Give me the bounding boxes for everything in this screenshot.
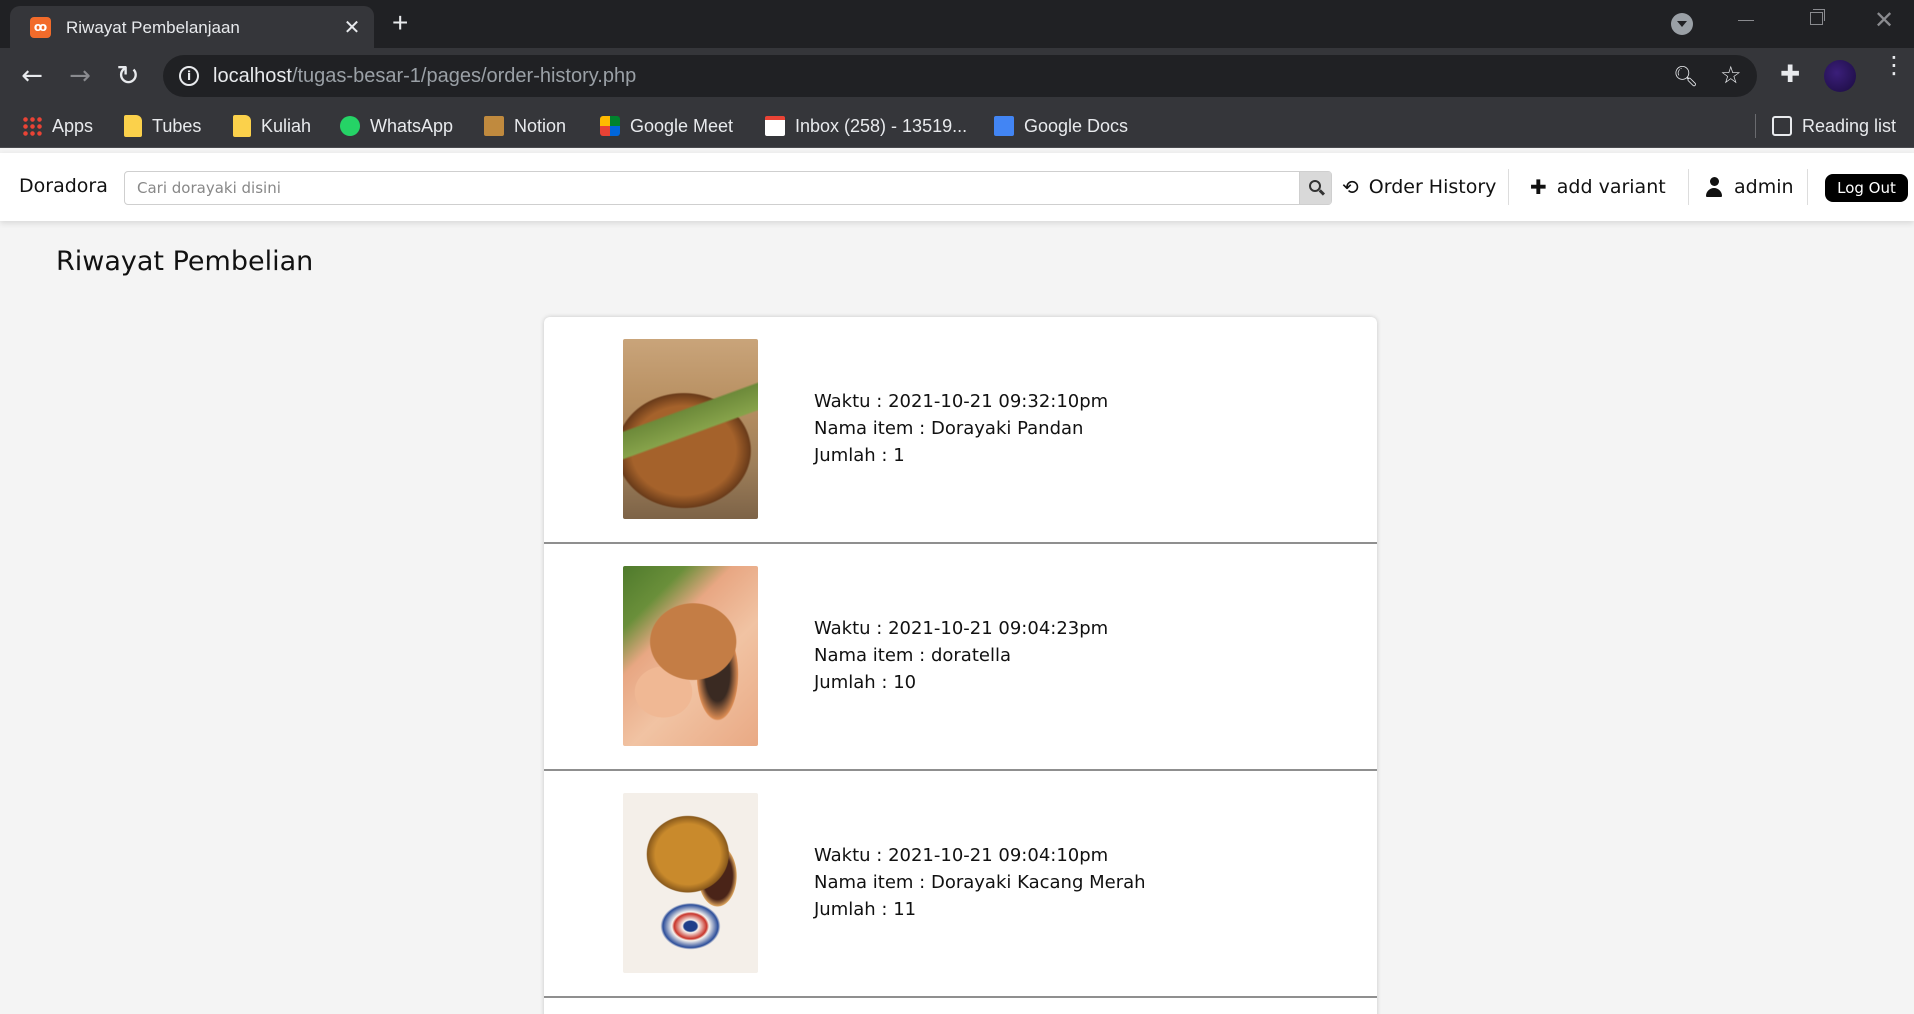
- order-details: Waktu : 2021-10-21 09:04:23pm Nama item …: [814, 615, 1108, 696]
- site-navbar: Doradora ⟲ Order History ✚ add variant a…: [0, 153, 1914, 221]
- back-arrow-icon[interactable]: ←: [14, 58, 50, 94]
- tab-close-icon[interactable]: ✕: [340, 15, 364, 39]
- reading-list-button[interactable]: Reading list: [1772, 112, 1896, 140]
- bookmark-star-icon[interactable]: ☆: [1720, 61, 1742, 89]
- bookmark-apps[interactable]: Apps: [22, 112, 93, 140]
- bookmark-whatsapp[interactable]: WhatsApp: [340, 112, 453, 140]
- search-bar: [124, 171, 1332, 205]
- reading-list-label: Reading list: [1802, 115, 1897, 136]
- page-title: Riwayat Pembelian: [56, 246, 314, 277]
- bookmark-google-meet[interactable]: Google Meet: [600, 112, 733, 140]
- url-host: localhost: [213, 65, 292, 87]
- user-icon: [1706, 177, 1722, 197]
- bookmark-label: Inbox (258) - 13519...: [795, 115, 968, 136]
- apps-grid-icon: [22, 116, 42, 136]
- site-info-icon[interactable]: i: [179, 66, 199, 86]
- window-close-button[interactable]: ✕: [1874, 6, 1894, 34]
- bookmark-google-docs[interactable]: Google Docs: [994, 112, 1128, 140]
- order-item: Waktu : 2021-10-21 09:32:10pm Nama item …: [544, 317, 1377, 544]
- order-quantity: Jumlah : 1: [814, 445, 905, 466]
- folder-icon: [124, 115, 142, 137]
- order-history-label: Order History: [1368, 176, 1497, 198]
- order-time: Waktu : 2021-10-21 09:32:10pm: [814, 391, 1109, 412]
- order-item: Waktu : 2021-10-21 09:04:10pm Nama item …: [544, 771, 1377, 998]
- bookmark-label: Google Meet: [630, 115, 734, 136]
- plus-icon: ✚: [1530, 175, 1547, 199]
- bookmark-label: Google Docs: [1024, 115, 1129, 136]
- url-path: /tugas-besar-1/pages/order-history.php: [291, 65, 637, 87]
- browser-menu-icon[interactable]: ⋮: [1882, 53, 1906, 77]
- product-image: [623, 793, 758, 973]
- bookmark-gmail-inbox[interactable]: Inbox (258) - 13519...: [765, 112, 967, 140]
- order-time: Waktu : 2021-10-21 09:04:23pm: [814, 618, 1109, 639]
- add-variant-link[interactable]: ✚ add variant: [1530, 173, 1666, 201]
- browser-tab[interactable]: ꝏ Riwayat Pembelanjaan ✕: [10, 6, 374, 48]
- google-docs-icon: [994, 116, 1014, 136]
- order-history-card: Waktu : 2021-10-21 09:32:10pm Nama item …: [544, 317, 1377, 1014]
- navbar-divider: [1508, 169, 1509, 205]
- forward-arrow-icon[interactable]: →: [62, 58, 98, 94]
- navbar-divider: [1807, 169, 1808, 205]
- browser-tab-bar: ꝏ Riwayat Pembelanjaan ✕ + ✕: [0, 0, 1914, 48]
- window-minimize-button[interactable]: [1738, 20, 1754, 21]
- order-time: Waktu : 2021-10-21 09:04:10pm: [814, 845, 1109, 866]
- reading-list-icon: [1772, 116, 1792, 136]
- url-text[interactable]: localhost/tugas-besar-1/pages/order-hist…: [213, 65, 636, 88]
- new-tab-button[interactable]: +: [392, 7, 408, 39]
- bookmark-label: Apps: [52, 115, 94, 136]
- gmail-icon: [765, 116, 785, 136]
- tab-title: Riwayat Pembelanjaan: [66, 18, 240, 37]
- order-item-name: Nama item : Dorayaki Pandan: [814, 418, 1084, 439]
- order-details: Waktu : 2021-10-21 09:04:10pm Nama item …: [814, 842, 1146, 923]
- bookmark-label: Tubes: [152, 115, 202, 136]
- add-variant-label: add variant: [1556, 176, 1666, 198]
- order-item: Waktu : 2021-10-21 09:04:23pm Nama item …: [544, 544, 1377, 771]
- google-meet-icon: [600, 116, 620, 136]
- bookmark-label: Notion: [514, 115, 567, 136]
- bookmark-label: Kuliah: [261, 115, 312, 136]
- order-quantity: Jumlah : 10: [814, 672, 917, 693]
- tab-search-icon[interactable]: [1671, 13, 1693, 35]
- bookmarks-bar: Apps Tubes Kuliah WhatsApp Notion Google…: [0, 104, 1914, 148]
- folder-icon: [233, 115, 251, 137]
- order-quantity: Jumlah : 11: [814, 899, 917, 920]
- order-item-name: Nama item : doratella: [814, 645, 1011, 666]
- reload-icon[interactable]: ↻: [110, 58, 146, 94]
- order-item-name: Nama item : Dorayaki Kacang Merah: [814, 872, 1146, 893]
- xampp-favicon-icon: ꝏ: [30, 17, 51, 38]
- whatsapp-icon: [340, 116, 360, 136]
- brand-logo[interactable]: Doradora: [19, 175, 108, 197]
- bookmark-tubes[interactable]: Tubes: [124, 112, 201, 140]
- search-button[interactable]: [1299, 172, 1331, 204]
- product-image: [623, 566, 758, 746]
- history-icon: ⟲: [1342, 175, 1359, 199]
- window-restore-button[interactable]: [1810, 9, 1825, 25]
- order-details: Waktu : 2021-10-21 09:32:10pm Nama item …: [814, 388, 1108, 469]
- address-bar[interactable]: i localhost/tugas-besar-1/pages/order-hi…: [163, 55, 1757, 97]
- zoom-icon[interactable]: 🔍︎: [1673, 64, 1698, 88]
- bookmark-label: WhatsApp: [370, 115, 454, 136]
- search-input[interactable]: [125, 172, 1299, 204]
- bookmarks-divider: [1755, 114, 1756, 138]
- bookmark-kuliah[interactable]: Kuliah: [233, 112, 311, 140]
- order-history-link[interactable]: ⟲ Order History: [1342, 173, 1496, 201]
- user-menu[interactable]: admin: [1706, 173, 1794, 201]
- bookmark-notion[interactable]: Notion: [484, 112, 566, 140]
- browser-toolbar: ← → ↻ i localhost/tugas-besar-1/pages/or…: [0, 48, 1914, 104]
- navbar-divider: [1688, 169, 1689, 205]
- profile-avatar[interactable]: [1824, 60, 1856, 92]
- username-label: admin: [1734, 176, 1794, 198]
- extensions-puzzle-icon[interactable]: ✚: [1780, 60, 1800, 88]
- logout-button[interactable]: Log Out: [1825, 174, 1908, 202]
- notion-icon: [484, 116, 504, 136]
- product-image: [623, 339, 758, 519]
